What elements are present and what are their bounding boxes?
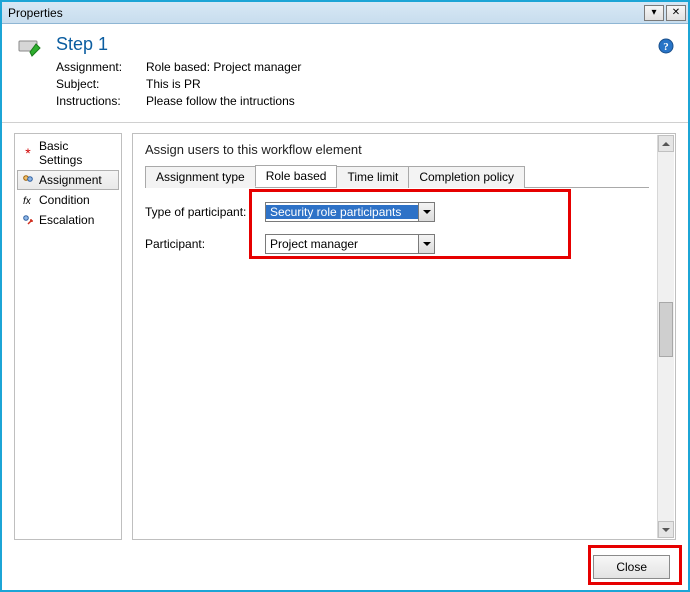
titlebar: Properties ▾ ✕ [2, 2, 688, 24]
tab-label: Time limit [347, 170, 398, 184]
assignment-label: Assignment: [56, 59, 146, 76]
vertical-scrollbar[interactable] [657, 135, 674, 538]
section-title: Assign users to this workflow element [145, 142, 649, 157]
footer: Close [2, 544, 688, 590]
type-of-participant-combo[interactable]: Security role participants [265, 202, 435, 222]
chevron-down-icon[interactable] [418, 235, 434, 253]
close-window-button[interactable]: ✕ [666, 5, 686, 21]
properties-window: Properties ▾ ✕ Step 1 Assignment: Role b… [0, 0, 690, 592]
svg-text:?: ? [663, 41, 669, 53]
combo-value: Project manager [266, 237, 418, 251]
sidebar: * Basic Settings Assignment fx Condition [14, 133, 122, 540]
svg-text:*: * [25, 147, 31, 159]
fx-icon: fx [21, 193, 35, 207]
instructions-value: Please follow the intructions [146, 93, 295, 110]
tabstrip: Assignment type Role based Time limit Co… [145, 165, 649, 188]
assignment-row: Assignment: Role based: Project manager [56, 59, 672, 76]
sidebar-item-label: Assignment [39, 173, 102, 187]
tab-time-limit[interactable]: Time limit [336, 166, 409, 188]
combo-value: Security role participants [266, 205, 418, 219]
participant-combo[interactable]: Project manager [265, 234, 435, 254]
close-button[interactable]: Close [593, 555, 670, 579]
main-panel: Assign users to this workflow element As… [132, 133, 676, 540]
scroll-up-button[interactable] [658, 135, 674, 152]
header: Step 1 Assignment: Role based: Project m… [2, 24, 688, 123]
escalation-icon [21, 213, 35, 227]
tab-label: Role based [266, 169, 327, 183]
type-of-participant-label: Type of participant: [145, 205, 265, 219]
sidebar-item-condition[interactable]: fx Condition [17, 190, 119, 210]
people-icon [21, 173, 35, 187]
button-label: Close [616, 560, 647, 574]
instructions-row: Instructions: Please follow the intructi… [56, 93, 672, 110]
assignment-value: Role based: Project manager [146, 59, 301, 76]
svg-text:fx: fx [23, 196, 32, 206]
sidebar-item-label: Condition [39, 193, 90, 207]
scroll-track[interactable] [658, 152, 674, 521]
sidebar-item-basic-settings[interactable]: * Basic Settings [17, 136, 119, 170]
subject-row: Subject: This is PR [56, 76, 672, 93]
participant-label: Participant: [145, 237, 265, 251]
tab-assignment-type[interactable]: Assignment type [145, 166, 256, 188]
instructions-label: Instructions: [56, 93, 146, 110]
asterisk-icon: * [21, 146, 35, 160]
sidebar-item-escalation[interactable]: Escalation [17, 210, 119, 230]
step-title: Step 1 [56, 34, 672, 55]
body: * Basic Settings Assignment fx Condition [2, 123, 688, 544]
sidebar-item-assignment[interactable]: Assignment [17, 170, 119, 190]
sidebar-item-label: Escalation [39, 213, 94, 227]
scroll-thumb[interactable] [659, 302, 673, 357]
sidebar-item-label: Basic Settings [39, 139, 115, 167]
dropdown-button[interactable]: ▾ [644, 5, 664, 21]
step-icon [18, 38, 44, 58]
subject-value: This is PR [146, 76, 201, 93]
tab-completion-policy[interactable]: Completion policy [408, 166, 525, 188]
scroll-down-button[interactable] [658, 521, 674, 538]
window-title: Properties [8, 6, 642, 20]
help-icon[interactable]: ? [658, 38, 674, 54]
participant-row: Participant: Project manager [145, 234, 649, 254]
tab-label: Completion policy [419, 170, 514, 184]
type-of-participant-row: Type of participant: Security role parti… [145, 202, 649, 222]
subject-label: Subject: [56, 76, 146, 93]
tab-label: Assignment type [156, 170, 245, 184]
chevron-down-icon[interactable] [418, 203, 434, 221]
tab-role-based[interactable]: Role based [255, 165, 338, 187]
